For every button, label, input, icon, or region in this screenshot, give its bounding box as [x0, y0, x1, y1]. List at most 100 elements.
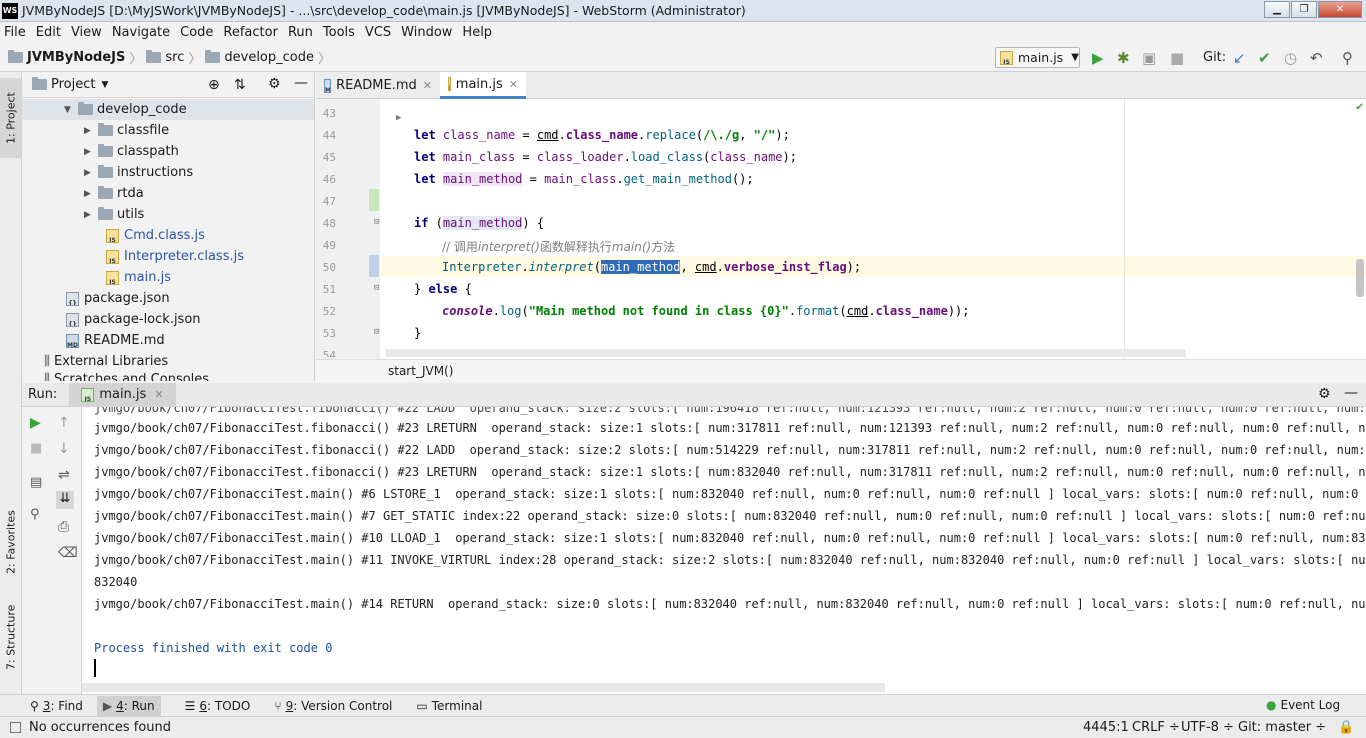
lock-icon[interactable]: 🔒	[1338, 720, 1354, 735]
tree-item-instructions[interactable]: ▶ instructions	[84, 162, 193, 183]
close-button[interactable]: ✕	[1318, 1, 1362, 18]
close-tab-icon[interactable]: ✕	[154, 388, 163, 401]
collapse-all-icon[interactable]: ⇅	[234, 77, 246, 93]
menu-help[interactable]: Help	[462, 25, 492, 40]
tree-item-main-js[interactable]: JS main.js	[106, 267, 171, 288]
restore-layout-icon[interactable]: ▤	[30, 475, 42, 490]
menu-edit[interactable]: Edit	[36, 25, 61, 40]
console-line: jvmgo/book/ch07/FibonacciTest.fibonacci(…	[94, 465, 1366, 479]
breadcrumb-src[interactable]: src	[165, 50, 184, 65]
inspection-ok-icon[interactable]: ✔	[1356, 99, 1363, 113]
menu-window[interactable]: Window	[401, 25, 452, 40]
console-line: jvmgo/book/ch07/FibonacciTest.main() #6 …	[94, 487, 1366, 501]
line-number: 46	[322, 173, 336, 186]
line-separator[interactable]: CRLF ÷	[1132, 720, 1180, 735]
run-console[interactable]: jvmgo/book/ch07/FibonacciTest.fibonacci(…	[82, 407, 1366, 694]
tree-item-rtda[interactable]: ▶ rtda	[84, 183, 144, 204]
horizontal-scrollbar[interactable]	[386, 349, 1186, 357]
console-line-partial: jvmgo/book/ch07/FibonacciTest.fibonacci(…	[94, 407, 1366, 415]
tree-item-cmd-class-js[interactable]: JS Cmd.class.js	[106, 225, 205, 246]
tree-item-readme-md[interactable]: MD README.md	[66, 330, 165, 351]
tab-main-js[interactable]: JS main.js ✕	[440, 72, 526, 99]
menu-run[interactable]: Run	[288, 25, 313, 40]
git-history-icon[interactable]: ◷	[1284, 51, 1297, 66]
menu-view[interactable]: View	[71, 25, 102, 40]
close-tab-icon[interactable]: ✕	[423, 79, 432, 92]
tool-tab-project[interactable]: 1: Project	[0, 78, 22, 158]
menu-refactor[interactable]: Refactor	[223, 25, 278, 40]
git-update-icon[interactable]: ↙	[1233, 51, 1246, 66]
run-icon[interactable]: ▶	[1092, 51, 1104, 66]
menu-tools[interactable]: Tools	[323, 25, 355, 40]
line-number: 54	[322, 349, 336, 357]
locate-icon[interactable]: ⊕	[208, 77, 220, 93]
tool-tab-find[interactable]: ⚲ 3: Find	[30, 699, 83, 713]
event-log-button[interactable]: ● Event Log	[1266, 698, 1340, 712]
rerun-icon[interactable]: ▶	[30, 415, 41, 431]
project-panel: Project ▼ ⊕ ⇅ ⚙ — ▼ develop_code ▶ classfi…	[22, 72, 315, 381]
breadcrumb-develop-code[interactable]: develop_code	[224, 50, 314, 65]
stop-icon[interactable]: ■	[1170, 51, 1184, 66]
hide-panel-icon[interactable]: —	[1344, 385, 1358, 401]
tool-tab-terminal[interactable]: ▭ Terminal	[416, 699, 482, 713]
tool-tab-run[interactable]: ▶ 4: Run	[96, 695, 161, 716]
scroll-up-icon[interactable]: ↑	[58, 415, 70, 431]
tree-item-package-lock-json[interactable]: {} package-lock.json	[66, 309, 201, 330]
tree-item-classpath[interactable]: ▶ classpath	[84, 141, 179, 162]
fold-icon[interactable]: ⊟	[374, 217, 379, 227]
menu-vcs[interactable]: VCS	[365, 25, 391, 40]
stop-icon[interactable]: ■	[30, 441, 42, 456]
minimize-button[interactable]: ▁	[1264, 1, 1290, 18]
tree-item-interpreter-class-js[interactable]: JS Interpreter.class.js	[106, 246, 244, 267]
git-revert-icon[interactable]: ↶	[1310, 51, 1323, 66]
scroll-down-icon[interactable]: ↓	[58, 441, 70, 457]
run-configuration-select[interactable]: JS main.js ▼	[995, 47, 1080, 68]
debug-icon[interactable]: ✱	[1117, 51, 1130, 66]
tree-item-scratches[interactable]: ⫼ Scratches and Consoles	[44, 372, 209, 381]
fold-icon[interactable]: ⊟	[374, 327, 379, 337]
soft-wrap-icon[interactable]: ⇌	[58, 467, 70, 483]
caret-position[interactable]: 4445:1	[1083, 720, 1129, 735]
tool-tab-favorites[interactable]: 2: Favorites	[0, 502, 22, 582]
tree-item-develop-code[interactable]: ▼ develop_code	[22, 99, 314, 120]
run-with-coverage-icon[interactable]: ▣	[1142, 51, 1156, 66]
project-view-select[interactable]: Project	[51, 77, 95, 92]
close-tab-icon[interactable]: ✕	[509, 78, 518, 91]
fold-icon[interactable]: ⊟	[374, 283, 379, 293]
line-number: 52	[322, 305, 336, 318]
tree-item-utils[interactable]: ▶ utils	[84, 204, 144, 225]
file-encoding[interactable]: UTF-8 ÷	[1181, 720, 1234, 735]
git-branch[interactable]: Git: master ÷	[1238, 720, 1326, 735]
tab-readme[interactable]: MD README.md ✕	[316, 72, 440, 99]
tree-item-external-libraries[interactable]: ⫼ External Libraries	[44, 351, 168, 372]
console-horizontal-scrollbar[interactable]	[82, 683, 885, 692]
chevron-right-icon: ▶	[84, 209, 91, 220]
tool-tab-structure[interactable]: 7: Structure	[0, 597, 22, 677]
tool-tab-version-control[interactable]: ⑂ 9: Version Control	[274, 699, 392, 713]
code-editor[interactable]: ▶ ⊟ ⊟ ⊟ 43 44 45 46 47 48 49 50 51 52 53…	[316, 99, 1366, 381]
print-icon[interactable]: ⎙	[58, 519, 69, 535]
gear-icon[interactable]: ⚙	[1318, 386, 1331, 402]
git-commit-icon[interactable]: ✔	[1258, 51, 1271, 66]
search-everywhere-icon[interactable]: ⚲	[1342, 51, 1353, 66]
menu-code[interactable]: Code	[180, 25, 213, 40]
run-tab-main-js[interactable]: JS main.js ✕	[69, 382, 176, 407]
chevron-down-icon[interactable]: ▼	[101, 80, 108, 90]
tree-item-classfile[interactable]: ▶ classfile	[84, 120, 169, 141]
clear-all-icon[interactable]: ⌫	[58, 545, 78, 561]
maximize-button[interactable]: ❐	[1291, 1, 1317, 18]
toggle-tool-windows-icon[interactable]	[10, 722, 21, 733]
gear-icon[interactable]: ⚙	[268, 76, 281, 92]
menu-navigate[interactable]: Navigate	[112, 25, 170, 40]
fold-arrow-icon[interactable]: ▶	[396, 113, 401, 123]
breadcrumb-project[interactable]: JVMByNodeJS	[27, 50, 125, 65]
vertical-scrollbar[interactable]	[1356, 259, 1364, 297]
menu-file[interactable]: File	[4, 25, 26, 40]
pin-icon[interactable]: ⚲	[30, 507, 40, 522]
function-breadcrumb[interactable]: start_JVM()	[388, 364, 453, 378]
hide-panel-icon[interactable]: —	[294, 75, 308, 91]
tool-tab-todo[interactable]: ☰ 6: TODO	[185, 699, 251, 713]
scroll-to-end-icon[interactable]: ⇊	[56, 491, 74, 509]
tree-item-package-json[interactable]: {} package.json	[66, 288, 170, 309]
branch-icon: ⑂	[274, 698, 282, 713]
